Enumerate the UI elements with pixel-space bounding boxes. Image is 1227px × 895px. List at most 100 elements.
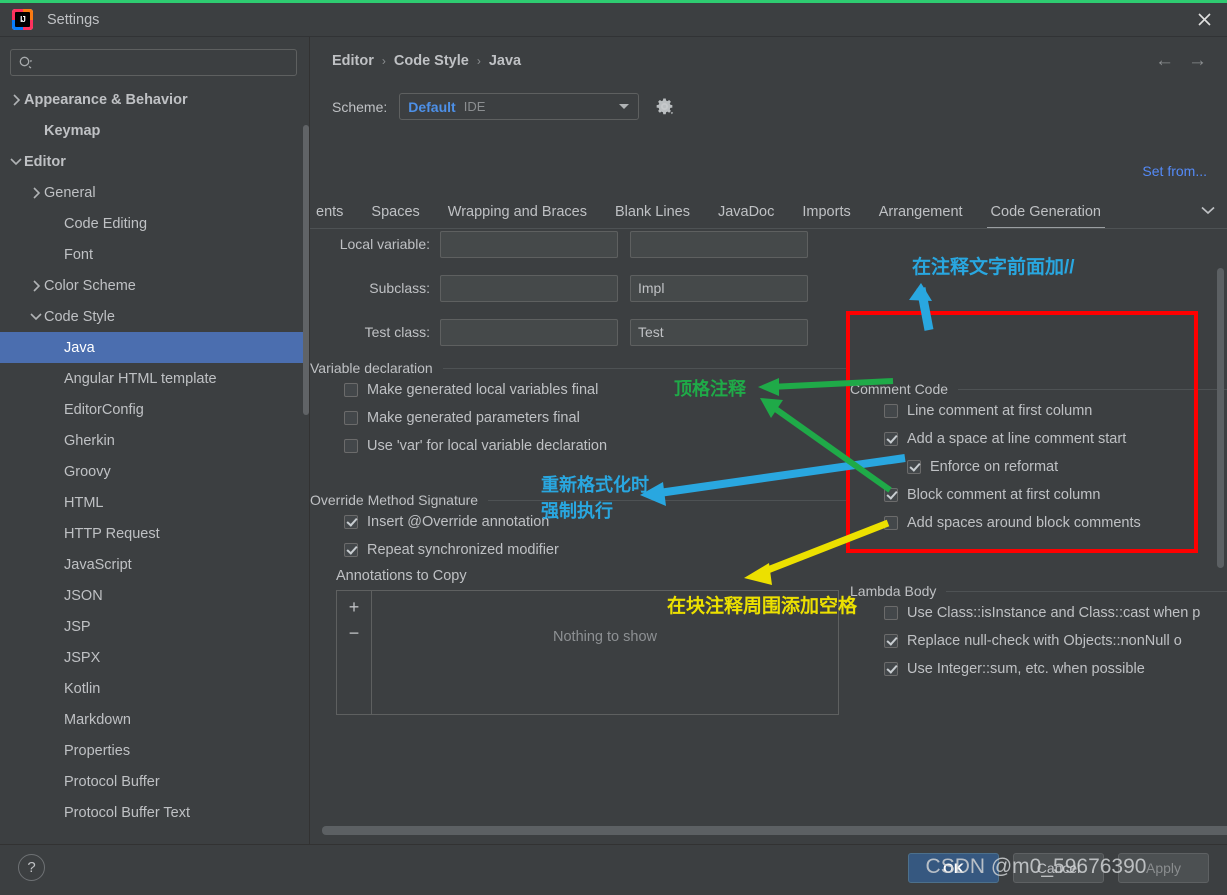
prefix-input[interactable] — [440, 318, 618, 346]
checkbox-row[interactable]: Block comment at first column — [850, 481, 1227, 509]
plus-icon[interactable]: + — [349, 598, 360, 616]
sidebar-item-javascript[interactable]: JavaScript — [0, 549, 309, 580]
prefix-input[interactable] — [440, 230, 618, 258]
breadcrumb-item-java[interactable]: Java — [489, 53, 521, 69]
checkbox-row[interactable]: Insert @Override annotation — [310, 508, 850, 536]
prefix-input[interactable] — [440, 274, 618, 302]
checkbox-row[interactable]: Enforce on reformat — [850, 453, 1227, 481]
sidebar-item-protocol-buffer-text[interactable]: Protocol Buffer Text — [0, 797, 309, 828]
sidebar-item-appearance-behavior[interactable]: Appearance & Behavior — [0, 84, 309, 115]
group-divider-line — [958, 388, 1227, 390]
sidebar-item-label: Code Style — [44, 308, 115, 325]
chevron-down-icon[interactable] — [1193, 202, 1227, 228]
breadcrumb-item-editor[interactable]: Editor — [332, 53, 374, 69]
checkbox-unchecked-icon[interactable] — [344, 439, 358, 453]
chevron-right-icon[interactable] — [28, 279, 44, 292]
group-title-text: Override Method Signature — [310, 492, 479, 508]
close-icon[interactable] — [1181, 3, 1227, 36]
override-method-signature-options: Insert @Override annotation Repeat synchr… — [310, 508, 850, 564]
checkbox-checked-icon[interactable] — [884, 488, 898, 502]
tab-ents[interactable]: ents — [316, 204, 357, 228]
chevron-down-icon[interactable] — [28, 312, 44, 321]
chevron-right-icon[interactable] — [8, 93, 24, 106]
checkbox-checked-icon[interactable] — [884, 634, 898, 648]
group-divider-line — [488, 499, 850, 501]
gear-icon[interactable] — [655, 97, 674, 116]
checkbox-row[interactable]: Use Class::isInstance and Class::cast wh… — [850, 599, 1227, 627]
sidebar-item-font[interactable]: Font — [0, 239, 309, 270]
tab-spaces[interactable]: Spaces — [357, 204, 433, 228]
sidebar-item-markdown[interactable]: Markdown — [0, 704, 309, 735]
content-vertical-scrollbar-thumb[interactable] — [1217, 268, 1224, 568]
sidebar-item-protocol-buffer[interactable]: Protocol Buffer — [0, 766, 309, 797]
sidebar-item-editorconfig[interactable]: EditorConfig — [0, 394, 309, 425]
sidebar-item-editor[interactable]: Editor — [0, 146, 309, 177]
checkbox-row[interactable]: Make generated parameters final — [310, 404, 850, 432]
naming-fields: Local variable: Subclass: Test class: — [310, 228, 850, 348]
breadcrumb-item-code-style[interactable]: Code Style — [394, 53, 469, 69]
checkbox-checked-icon[interactable] — [884, 432, 898, 446]
sidebar-item-label: Font — [64, 246, 94, 263]
sidebar-item-gherkin[interactable]: Gherkin — [0, 425, 309, 456]
chevron-down-icon[interactable] — [8, 157, 24, 166]
suffix-input[interactable] — [630, 318, 808, 346]
search-box[interactable] — [10, 49, 297, 76]
checkbox-row[interactable]: Repeat synchronized modifier — [310, 536, 850, 564]
sidebar-item-groovy[interactable]: Groovy — [0, 456, 309, 487]
sidebar-item-jsp[interactable]: JSP — [0, 611, 309, 642]
checkbox-unchecked-icon[interactable] — [344, 383, 358, 397]
checkbox-row[interactable]: Add spaces around block comments — [850, 509, 1227, 537]
sidebar-item-color-scheme[interactable]: Color Scheme — [0, 270, 309, 301]
forward-arrow-icon[interactable]: → — [1188, 51, 1207, 70]
annotations-to-copy-list[interactable]: + − Nothing to show — [336, 590, 839, 715]
checkbox-checked-icon[interactable] — [344, 515, 358, 529]
checkbox-unchecked-icon[interactable] — [344, 411, 358, 425]
sidebar-item-http-request[interactable]: HTTP Request — [0, 518, 309, 549]
sidebar-item-jspx[interactable]: JSPX — [0, 642, 309, 673]
checkbox-checked-icon[interactable] — [907, 460, 921, 474]
tab-blank-lines[interactable]: Blank Lines — [601, 204, 704, 228]
tab-wrapping-and-braces[interactable]: Wrapping and Braces — [434, 204, 601, 228]
checkbox-row[interactable]: Add a space at line comment start — [850, 425, 1227, 453]
sidebar-scrollbar-thumb[interactable] — [303, 125, 309, 415]
checkbox-row[interactable]: Line comment at first column — [850, 397, 1227, 425]
override-method-signature-title: Override Method Signature — [310, 492, 850, 508]
search-input[interactable] — [34, 54, 296, 71]
sidebar-item-angular-html-template[interactable]: Angular HTML template — [0, 363, 309, 394]
suffix-input[interactable] — [630, 230, 808, 258]
checkbox-row[interactable]: Use Integer::sum, etc. when possible — [850, 655, 1227, 683]
chevron-right-icon[interactable] — [28, 186, 44, 199]
tab-imports[interactable]: Imports — [788, 204, 864, 228]
group-title-text: Comment Code — [850, 381, 949, 397]
sidebar-item-json[interactable]: JSON — [0, 580, 309, 611]
checkbox-checked-icon[interactable] — [344, 543, 358, 557]
sidebar-item-properties[interactable]: Properties — [0, 735, 309, 766]
sidebar-item-general[interactable]: General — [0, 177, 309, 208]
checkbox-unchecked-icon[interactable] — [884, 404, 898, 418]
sidebar-item-code-style[interactable]: Code Style — [0, 301, 309, 332]
settings-dialog: IJ Settings Appearance & Behavior Keymap E… — [0, 0, 1227, 890]
sidebar-item-html[interactable]: HTML — [0, 487, 309, 518]
checkbox-row[interactable]: Replace null-check with Objects::nonNull… — [850, 627, 1227, 655]
set-from-link[interactable]: Set from... — [1142, 163, 1207, 179]
sidebar-item-code-editing[interactable]: Code Editing — [0, 208, 309, 239]
tab-javadoc[interactable]: JavaDoc — [704, 204, 788, 228]
checkbox-row[interactable]: Use 'var' for local variable declaration — [310, 432, 850, 460]
breadcrumb-separator: › — [381, 54, 386, 68]
checkbox-checked-icon[interactable] — [884, 662, 898, 676]
sidebar-item-keymap[interactable]: Keymap — [0, 115, 309, 146]
sidebar-item-label: Appearance & Behavior — [24, 91, 188, 108]
checkbox-unchecked-icon[interactable] — [884, 606, 898, 620]
suffix-input[interactable] — [630, 274, 808, 302]
sidebar-item-java[interactable]: Java — [0, 332, 309, 363]
tab-code-generation[interactable]: Code Generation — [977, 204, 1115, 228]
scheme-combobox[interactable]: Default IDE — [399, 93, 640, 120]
content-horizontal-scrollbar-thumb[interactable] — [322, 826, 1227, 835]
minus-icon[interactable]: − — [349, 624, 360, 642]
checkbox-unchecked-icon[interactable] — [884, 516, 898, 530]
checkbox-row[interactable]: Make generated local variables final — [310, 376, 850, 404]
help-button[interactable]: ? — [18, 854, 45, 881]
tab-arrangement[interactable]: Arrangement — [865, 204, 977, 228]
sidebar-item-kotlin[interactable]: Kotlin — [0, 673, 309, 704]
back-arrow-icon[interactable]: ← — [1155, 51, 1174, 70]
